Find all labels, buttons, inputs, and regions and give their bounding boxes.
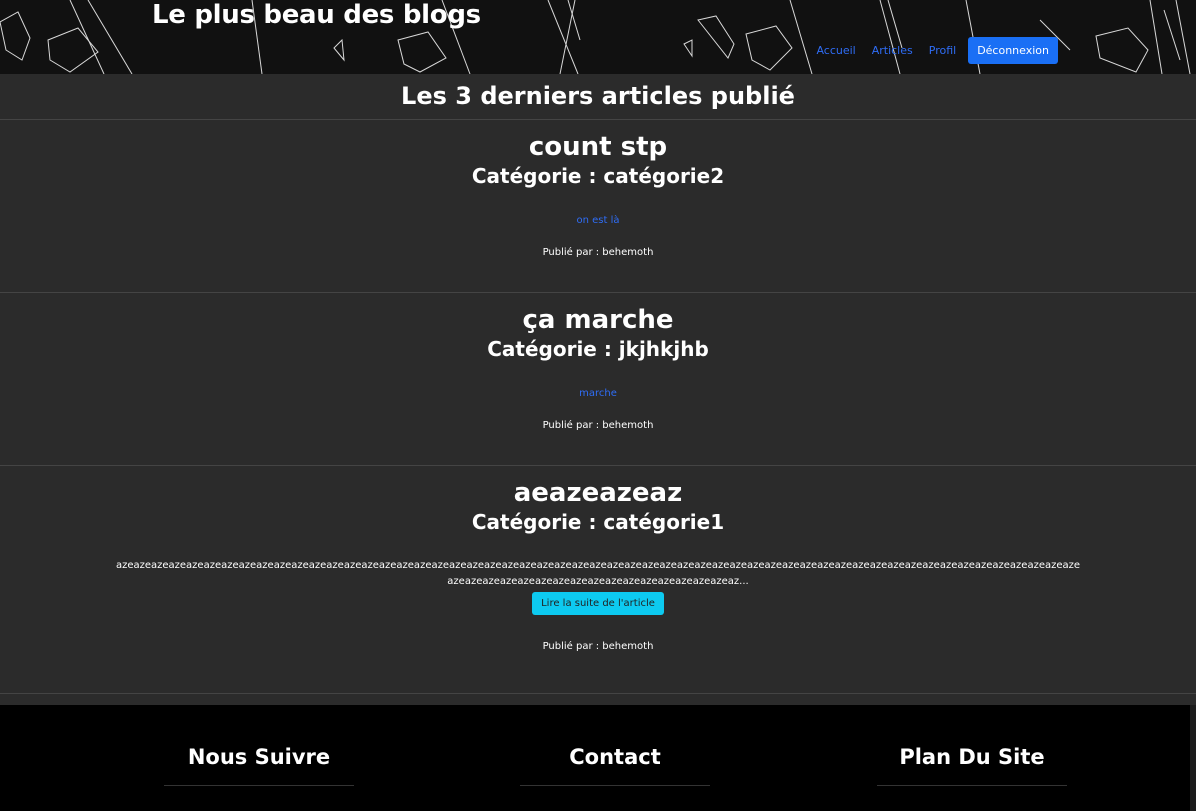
site-title: Le plus beau des blogs [152, 0, 481, 30]
article-author: Publié par : behemoth [542, 641, 654, 652]
article-excerpt: azeazeazeazeazeazeazeazeazeazeazeazeazea… [115, 560, 1081, 587]
footer-column-follow: Nous Suivre [164, 745, 354, 786]
article-title: count stp [528, 132, 668, 162]
article-link[interactable]: marche [579, 388, 617, 399]
footer-heading-follow: Nous Suivre [164, 745, 354, 786]
logout-button[interactable]: Déconnexion [968, 37, 1058, 64]
article-card: ça marche Catégorie : jkjhkjhb marche Pu… [0, 293, 1196, 466]
read-more-button[interactable]: Lire la suite de l'article [532, 592, 664, 615]
article-card: count stp Catégorie : catégorie2 on est … [0, 120, 1196, 293]
article-title: ça marche [522, 305, 674, 335]
nav-link-articles[interactable]: Articles [864, 38, 921, 63]
article-link[interactable]: on est là [576, 215, 619, 226]
scrollbar[interactable] [1190, 705, 1196, 811]
article-category: Catégorie : catégorie2 [471, 164, 725, 188]
nav-link-profile[interactable]: Profil [921, 38, 964, 63]
article-category: Catégorie : catégorie1 [471, 510, 725, 534]
footer-heading-sitemap: Plan Du Site [877, 745, 1067, 786]
site-header: Le plus beau des blogs Accueil Articles … [0, 0, 1196, 74]
article-author: Publié par : behemoth [542, 247, 654, 258]
article-card: aeazeazeaz Catégorie : catégorie1 azeaze… [0, 466, 1196, 694]
section-title: Les 3 derniers articles publié [0, 74, 1196, 120]
nav-link-home[interactable]: Accueil [808, 38, 863, 63]
main-nav: Accueil Articles Profil Déconnexion [808, 37, 1058, 64]
article-category: Catégorie : jkjhkjhb [487, 337, 709, 361]
footer-column-contact: Contact [520, 745, 710, 786]
footer-heading-contact: Contact [520, 745, 710, 786]
article-title: aeazeazeaz [513, 478, 683, 508]
footer-column-sitemap: Plan Du Site [877, 745, 1067, 786]
site-footer: Nous Suivre Contact Plan Du Site [0, 705, 1190, 811]
article-author: Publié par : behemoth [542, 420, 654, 431]
